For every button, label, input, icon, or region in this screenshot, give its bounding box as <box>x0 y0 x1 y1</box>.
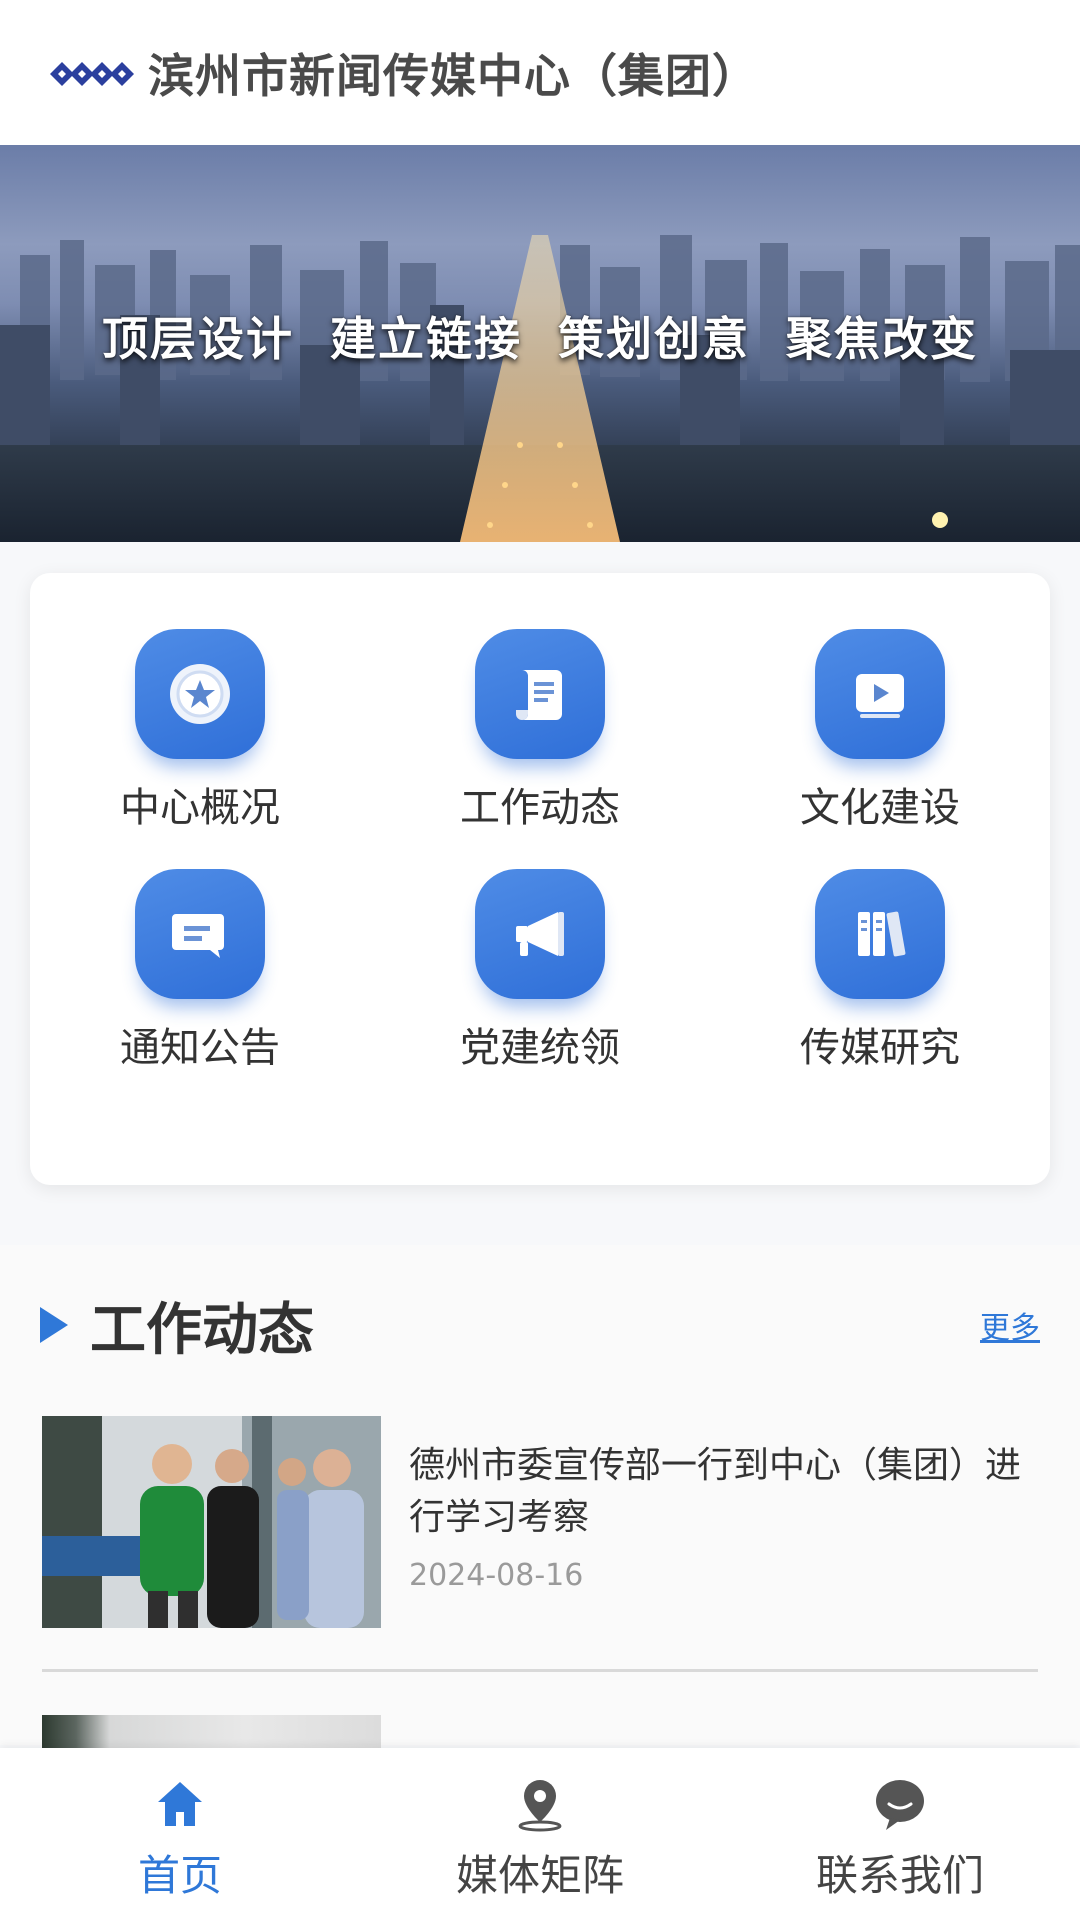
menu-label: 传媒研究 <box>800 1025 960 1071</box>
divider <box>42 1669 1038 1672</box>
app-header: 滨州市新闻传媒中心（集团） <box>0 0 1080 145</box>
menu-label: 党建统领 <box>460 1025 620 1071</box>
message-icon <box>135 869 265 999</box>
home-icon <box>150 1774 210 1834</box>
hero-banner[interactable]: 顶层设计 建立链接 策划创意 聚焦改变 <box>0 145 1080 542</box>
more-link[interactable]: 更多 <box>980 1303 1040 1347</box>
scroll-document-icon <box>475 629 605 759</box>
brand-title: 滨州市新闻传媒中心（集团） <box>148 48 759 103</box>
star-badge-icon <box>135 629 265 759</box>
news-thumbnail <box>42 1416 381 1628</box>
banner-slogans: 顶层设计 建立链接 策划创意 聚焦改变 <box>0 303 1080 369</box>
chat-bubble-icon <box>870 1774 930 1834</box>
section-title: 工作动态 <box>90 1297 314 1363</box>
menu-item-center-overview[interactable]: 中心概况 <box>30 629 370 833</box>
menu-label: 文化建设 <box>800 785 960 831</box>
triangle-marker-icon <box>40 1307 68 1343</box>
news-title[interactable]: 德州市委宣传部一行到中心（集团）进行学习考察 <box>409 1440 1029 1544</box>
tab-contact-us[interactable]: 联系我们 <box>720 1748 1080 1920</box>
bottom-tab-bar: 首页 媒体矩阵 联系我们 <box>0 1748 1080 1920</box>
news-text: 德州市委宣传部一行到中心（集团）进行学习考察 2024-08-16 <box>381 1416 1029 1628</box>
megaphone-icon <box>475 869 605 999</box>
menu-label: 通知公告 <box>120 1025 280 1071</box>
menu-item-party-building[interactable]: 党建统领 <box>370 869 710 1073</box>
quick-menu-card: 中心概况 工作动态 文化建设 通知公告 党建统领 传媒研究 <box>30 573 1050 1185</box>
banner-slogan: 策划创意 <box>558 312 750 366</box>
section-header: 工作动态 更多 <box>40 1285 1040 1365</box>
news-date: 2024-08-16 <box>409 1558 584 1593</box>
menu-label: 工作动态 <box>460 785 620 831</box>
tab-label: 联系我们 <box>815 1851 984 1900</box>
tab-home[interactable]: 首页 <box>0 1748 360 1920</box>
menu-label: 中心概况 <box>120 785 280 831</box>
news-item[interactable]: 德州市委宣传部一行到中心（集团）进行学习考察 2024-08-16 <box>42 1416 1038 1628</box>
banner-slogan: 顶层设计 <box>102 312 294 366</box>
menu-item-notices[interactable]: 通知公告 <box>30 869 370 1073</box>
banner-slogan: 聚焦改变 <box>786 312 978 366</box>
wave-logo-icon <box>50 61 134 86</box>
work-news-section: 工作动态 更多 德州市委宣传部一行到中心（集团）进行学习考察 2024-08-1… <box>0 1245 1080 1755</box>
menu-item-media-research[interactable]: 传媒研究 <box>710 869 1050 1073</box>
location-pin-icon <box>510 1774 570 1834</box>
play-video-icon <box>815 629 945 759</box>
tab-media-matrix[interactable]: 媒体矩阵 <box>360 1748 720 1920</box>
quick-menu-grid: 中心概况 工作动态 文化建设 通知公告 党建统领 传媒研究 <box>30 629 1050 1073</box>
books-icon <box>815 869 945 999</box>
banner-slogan: 建立链接 <box>330 312 522 366</box>
tab-label: 首页 <box>137 1851 222 1900</box>
tab-label: 媒体矩阵 <box>455 1851 624 1900</box>
menu-item-culture[interactable]: 文化建设 <box>710 629 1050 833</box>
menu-item-work-news[interactable]: 工作动态 <box>370 629 710 833</box>
